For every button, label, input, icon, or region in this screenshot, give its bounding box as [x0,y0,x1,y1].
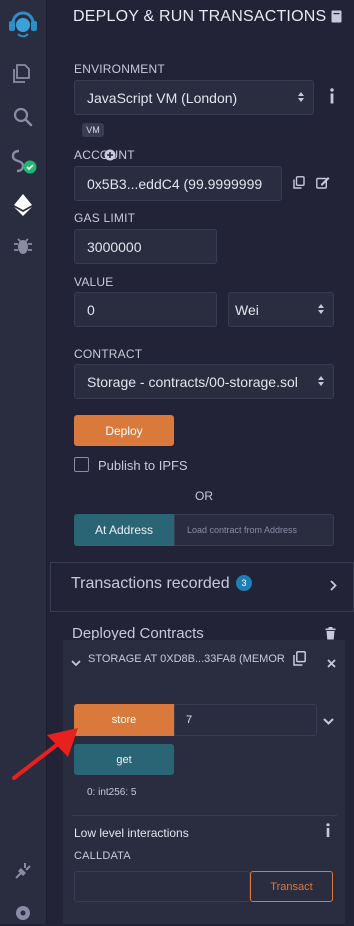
remix-logo-icon[interactable] [0,2,46,42]
vm-badge: VM [82,123,104,137]
add-account-icon[interactable] [104,148,116,166]
transact-button[interactable]: Transact [250,871,333,902]
store-button[interactable]: store [74,704,174,736]
environment-select[interactable]: JavaScript VM (London) [74,80,314,115]
load-address-input[interactable]: Load contract from Address [174,514,334,546]
at-address-button[interactable]: At Address [74,514,174,546]
debugger-icon[interactable] [0,233,46,259]
plugin-manager-icon[interactable] [0,858,46,884]
contract-value: Storage - contracts/00-storage.sol [87,373,298,390]
edit-account-icon[interactable] [316,176,330,194]
expand-chevron-down-icon[interactable] [323,713,334,731]
transactions-count-badge: 3 [236,575,252,591]
publish-ipfs-checkbox[interactable] [74,457,89,472]
icon-sidebar [0,0,47,924]
deploy-run-panel: DEPLOY & RUN TRANSACTIONS ENVIRONMENT Ja… [47,0,354,924]
publish-ipfs-label: Publish to IPFS [98,458,188,473]
close-instance-icon[interactable] [327,655,336,673]
get-output: 0: int256: 5 [87,787,137,798]
gas-limit-label: GAS LIMIT [74,211,136,225]
environment-info-icon[interactable] [329,88,335,109]
documentation-book-icon[interactable] [331,10,342,28]
solidity-compiler-icon[interactable] [0,146,46,176]
or-text: OR [195,489,213,503]
value-label: VALUE [74,275,114,289]
account-select[interactable]: 0x5B3...eddC4 (99.9999999 [74,166,282,201]
annotation-arrow-icon [12,728,78,780]
value-unit: Wei [235,301,259,318]
select-updown-icon [297,90,305,106]
divider [72,815,337,816]
calldata-label: CALLDATA [74,850,131,862]
search-icon[interactable] [0,104,46,130]
page-title: DEPLOY & RUN TRANSACTIONS [73,8,327,25]
low-level-info-icon[interactable] [325,823,331,842]
environment-value: JavaScript VM (London) [87,89,238,106]
gas-limit-value: 3000000 [87,238,142,255]
store-value: 7 [186,714,193,726]
value-amount: 0 [87,301,95,318]
transactions-recorded-label: Transactions recorded [71,575,230,592]
value-amount-input[interactable]: 0 [74,292,217,327]
instance-name[interactable]: STORAGE AT 0XD8B...33FA8 (MEMOR [88,653,288,665]
environment-label: ENVIRONMENT [74,62,165,76]
calldata-input[interactable] [74,871,250,902]
gas-limit-input[interactable]: 3000000 [74,229,217,264]
contract-select[interactable]: Storage - contracts/00-storage.sol [74,364,334,399]
deploy-button[interactable]: Deploy [74,415,174,446]
settings-gear-icon[interactable] [0,900,46,926]
copy-address-icon[interactable] [293,651,306,671]
select-updown-icon [317,302,325,318]
account-value: 0x5B3...eddC4 (99.9999999 [87,175,263,192]
copy-account-icon[interactable] [293,176,305,194]
select-updown-icon [317,374,325,390]
low-level-title: Low level interactions [74,826,189,840]
chevron-down-icon[interactable] [71,654,81,672]
get-button[interactable]: get [74,744,174,775]
file-explorer-icon[interactable] [0,60,46,86]
store-input[interactable]: 7 [174,704,317,736]
chevron-right-icon[interactable] [330,578,337,596]
contract-label: CONTRACT [74,347,143,361]
deploy-run-icon[interactable] [0,192,46,218]
load-address-placeholder: Load contract from Address [187,525,298,535]
value-unit-select[interactable]: Wei [228,292,334,327]
